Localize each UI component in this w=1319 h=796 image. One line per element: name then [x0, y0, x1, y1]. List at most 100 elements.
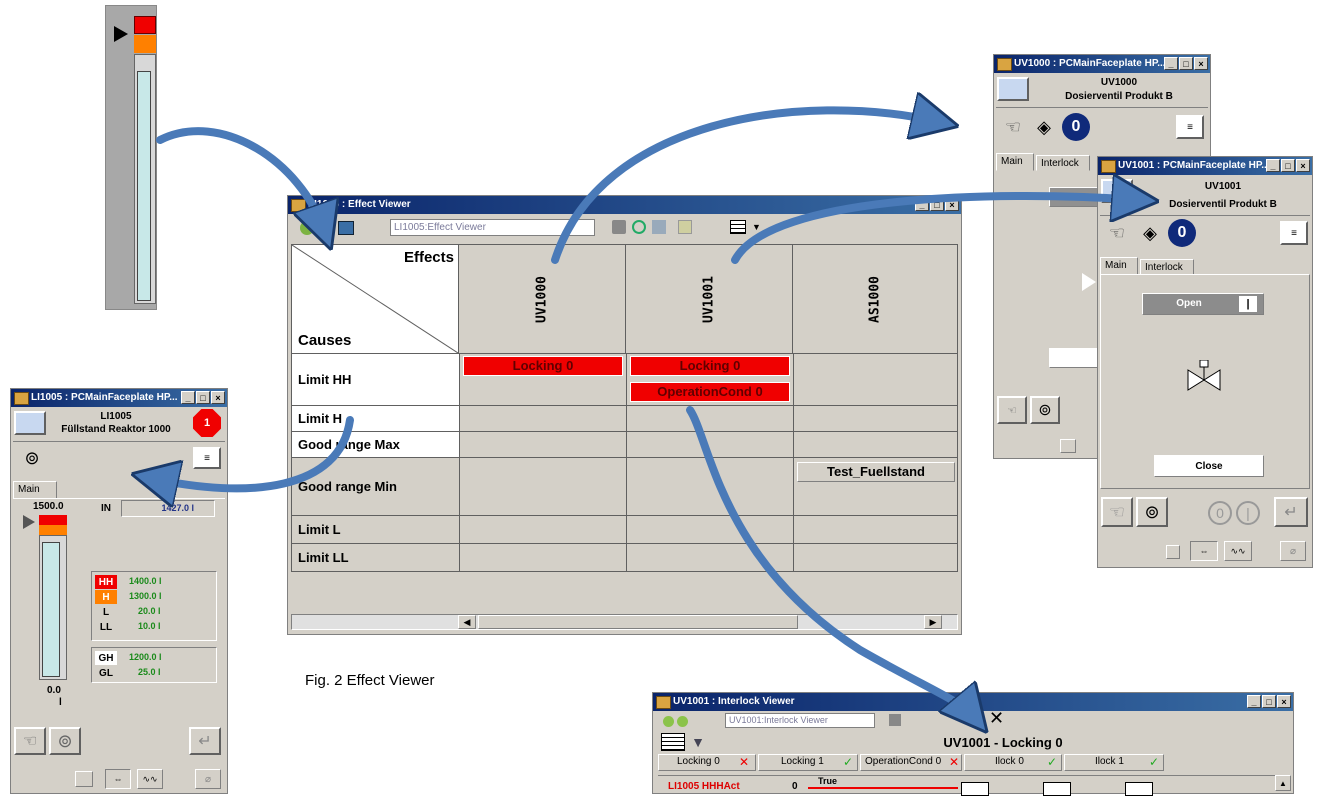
close-button[interactable]: × [1296, 159, 1310, 172]
hand-pointer-button[interactable] [1101, 179, 1133, 203]
pin-button[interactable]: ⌀ [195, 769, 221, 789]
nav-back-icon[interactable] [300, 221, 314, 235]
column-header-uv1000[interactable]: UV1000 [459, 244, 626, 354]
tab-main[interactable]: Main [996, 153, 1034, 171]
close-button[interactable]: × [945, 198, 959, 211]
address-field[interactable]: UV1001:Interlock Viewer [725, 713, 875, 728]
interlock-tab-2[interactable]: OperationCond 0 ✕ [860, 754, 962, 771]
maximize-button[interactable]: □ [196, 391, 210, 404]
zero-state-icon[interactable]: 0 [1062, 113, 1090, 141]
auto-cycle-button[interactable]: ⊚ [1030, 396, 1060, 424]
hand-pointer-button[interactable] [14, 411, 46, 435]
hand-pointer-button[interactable] [997, 77, 1029, 101]
maximize-button[interactable]: □ [1262, 695, 1276, 708]
message-button[interactable]: ≡ [1176, 115, 1204, 139]
maximize-button[interactable]: □ [1179, 57, 1193, 70]
column-header-uv1001[interactable]: UV1001 [626, 244, 793, 354]
link-icon[interactable] [632, 220, 646, 234]
close-button[interactable]: × [211, 391, 225, 404]
printer-icon[interactable] [652, 220, 666, 234]
effect-cell-hh-uv1001-locking[interactable]: Locking 0 [630, 356, 790, 376]
column-header-as1000[interactable]: AS1000 [793, 244, 958, 354]
small-dot-button[interactable] [75, 771, 93, 787]
print-icon[interactable] [612, 220, 626, 234]
view-select-icon[interactable] [338, 221, 354, 235]
one-button-icon[interactable]: | [1236, 501, 1260, 525]
enter-button[interactable]: ↵ [1274, 497, 1308, 527]
effect-cell-hh-uv1001-operationcond[interactable]: OperationCond 0 [630, 382, 790, 402]
faceplate-li1005-titlebar[interactable]: LI1005 : PCMainFaceplate HP... _ □ × [11, 389, 227, 407]
message-button[interactable]: ≡ [193, 447, 221, 469]
manual-hand-button[interactable]: ☜ [14, 727, 46, 755]
scroll-up-button[interactable]: ▲ [1275, 775, 1291, 791]
table-view-icon[interactable] [661, 733, 685, 751]
nav-forward-icon[interactable] [677, 716, 688, 727]
interlock-tab-4[interactable]: Ilock 1 ✓ [1064, 754, 1164, 771]
alarm-badge[interactable]: 1 [193, 409, 221, 437]
scroll-thumb[interactable] [478, 615, 798, 629]
scroll-right-button[interactable]: ▶ [924, 615, 942, 629]
cycle-icon[interactable]: ⊚ [21, 447, 43, 469]
interlock-tab-3[interactable]: Ilock 0 ✓ [964, 754, 1062, 771]
manual-hand-button[interactable]: ☜ [997, 396, 1027, 424]
close-x-icon[interactable]: ✕ [989, 708, 1004, 729]
small-dot-button[interactable] [1060, 439, 1076, 453]
minimize-button[interactable]: _ [181, 391, 195, 404]
small-dot-button[interactable] [1166, 545, 1180, 559]
row-label: Limit LL [292, 544, 459, 571]
close-button[interactable]: × [1277, 695, 1291, 708]
export-icon[interactable] [678, 220, 692, 234]
zero-button-icon[interactable]: 0 [1208, 501, 1232, 525]
minimize-button[interactable]: _ [1266, 159, 1280, 172]
horizontal-scrollbar[interactable]: ◀ ▶ [291, 614, 958, 630]
nav-forward-icon[interactable] [317, 221, 331, 235]
chevron-down-icon[interactable]: ▼ [752, 222, 761, 232]
auto-cycle-button[interactable]: ⊚ [1136, 497, 1168, 527]
trend-button[interactable]: ∿∿ [137, 769, 163, 789]
tab-interlock[interactable]: Interlock [1036, 155, 1090, 171]
scroll-left-button[interactable]: ◀ [458, 615, 476, 629]
app-icon [1101, 160, 1116, 173]
interlock-tab-0[interactable]: Locking 0 ✕ [658, 754, 756, 771]
minimize-button[interactable]: _ [915, 198, 929, 211]
close-button[interactable]: × [1194, 57, 1208, 70]
interlock-tab-1[interactable]: Locking 1 ✓ [758, 754, 858, 771]
row-signal-label[interactable]: LI1005 HHHAct [668, 781, 740, 792]
manual-hand-button[interactable]: ☜ [1101, 497, 1133, 527]
filter-icon[interactable]: ▼ [687, 733, 709, 751]
faceplate-toolbar [1100, 215, 1310, 253]
nav-back-icon[interactable] [663, 716, 674, 727]
link-mode-button[interactable]: ⇔ [105, 769, 131, 789]
pin-button[interactable]: ⌀ [1280, 541, 1306, 561]
interlock-row: LI1005 HHHAct 0 True [658, 775, 1278, 796]
effect-viewer-titlebar[interactable]: LI1005 : Effect Viewer _ □ × [288, 196, 961, 214]
effect-cell-hh-uv1000[interactable]: Locking 0 [463, 356, 623, 376]
minimize-button[interactable]: _ [1247, 695, 1261, 708]
print-icon[interactable] [889, 714, 901, 726]
interlock-viewer-titlebar[interactable]: UV1001 : Interlock Viewer _ □ × [653, 693, 1293, 711]
minimize-button[interactable]: _ [1164, 57, 1178, 70]
diamond-icon[interactable]: ◈ [1032, 115, 1056, 139]
tab-main[interactable]: Main [1100, 257, 1138, 275]
auto-cycle-button[interactable]: ⊚ [49, 727, 81, 755]
maximize-button[interactable]: □ [1281, 159, 1295, 172]
address-field[interactable]: LI1005:Effect Viewer [390, 219, 595, 236]
faceplate-uv1001-window: UV1001 : PCMainFaceplate HP... _ □ × UV1… [1097, 156, 1313, 568]
faceplate-uv1000-titlebar[interactable]: UV1000 : PCMainFaceplate HP... _ □ × [994, 55, 1210, 73]
link-mode-button[interactable]: ⇔ [1190, 541, 1218, 561]
diamond-icon[interactable]: ◈ [1138, 221, 1162, 245]
faceplate-uv1001-titlebar[interactable]: UV1001 : PCMainFaceplate HP... _ □ × [1098, 157, 1312, 175]
tab-main[interactable]: Main [13, 481, 57, 499]
effect-cell-grmin-as1000[interactable]: Test_Fuellstand [797, 462, 955, 482]
zero-state-icon[interactable]: 0 [1168, 219, 1196, 247]
trend-button[interactable]: ∿∿ [1224, 541, 1252, 561]
close-button-valve[interactable]: Close [1154, 455, 1264, 477]
open-button[interactable]: Open | [1142, 293, 1264, 315]
manual-hand-icon[interactable]: ☜ [1000, 115, 1026, 139]
maximize-button[interactable]: □ [930, 198, 944, 211]
message-button[interactable]: ≡ [1280, 221, 1308, 245]
manual-hand-icon[interactable]: ☜ [1104, 221, 1130, 245]
enter-button[interactable]: ↵ [189, 727, 221, 755]
tab-interlock[interactable]: Interlock [1140, 259, 1194, 275]
grid-view-icon[interactable] [730, 220, 746, 234]
